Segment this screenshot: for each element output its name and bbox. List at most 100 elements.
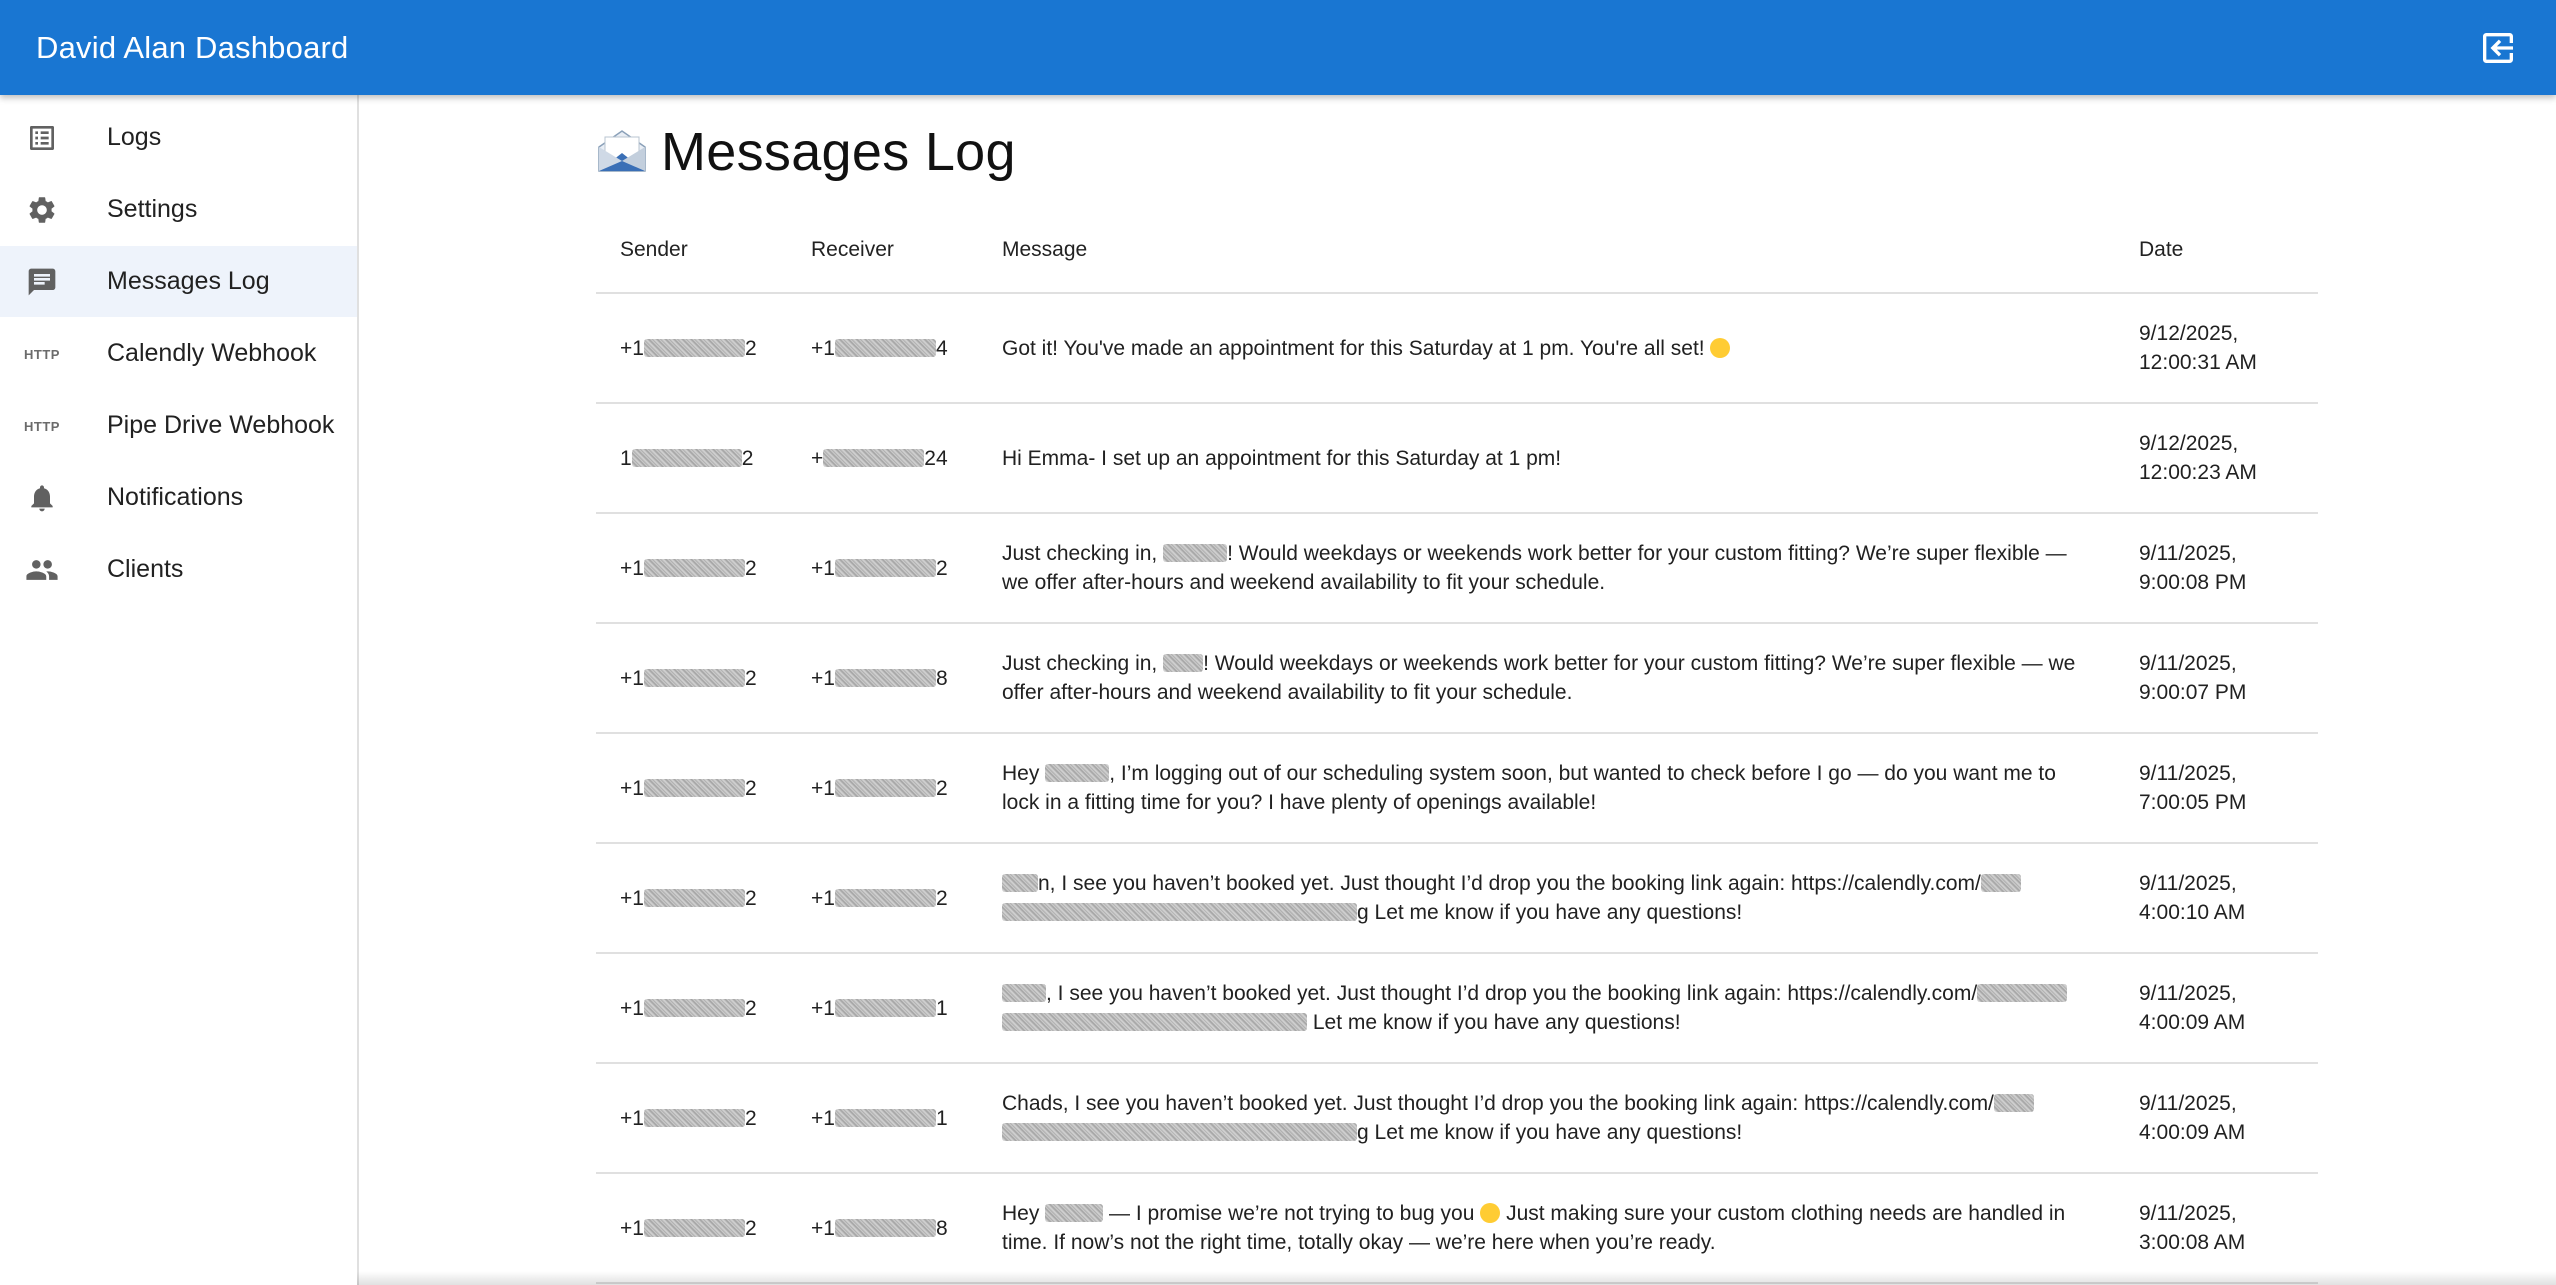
envelope-icon [595, 125, 649, 179]
redacted-text [1045, 1204, 1104, 1222]
smile-emoji-icon [1710, 337, 1731, 358]
receiver-cell: +1 8 [787, 623, 978, 734]
sidebar-item-clients[interactable]: Clients [0, 534, 357, 605]
grin-emoji-icon [1480, 1203, 1501, 1223]
sidebar-item-messages-log[interactable]: Messages Log [0, 246, 357, 317]
receiver-cell: +1 2 [787, 843, 978, 954]
http-icon: HTTP [24, 418, 60, 434]
table-row: +1 2 +1 2 Just checking in, ! Would weekda… [596, 513, 2318, 624]
redacted-text [1163, 654, 1204, 672]
message-cell: Just checking in, ! Would weekdays or we… [978, 623, 2115, 734]
column-header-message: Message [978, 208, 2115, 294]
receiver-cell: +24 [787, 403, 978, 514]
messages-table: Sender Receiver Message Date +1 2 +1 4 Got… [596, 208, 2318, 1284]
receiver-cell: +1 2 [787, 733, 978, 844]
redacted-text [643, 1108, 745, 1127]
redacted-text [834, 338, 936, 357]
sender-cell: +1 2 [596, 293, 787, 404]
redacted-text [1002, 984, 1046, 1002]
sidebar-item-pipe-drive-webhook[interactable]: HTTP Pipe Drive Webhook [0, 390, 357, 461]
bell-icon [24, 482, 60, 514]
redacted-text [834, 778, 936, 797]
message-cell: Hey — I promise we’re not trying to bug … [978, 1173, 2115, 1284]
redacted-text [834, 668, 936, 687]
table-header-row: Sender Receiver Message Date [596, 208, 2318, 294]
sidebar-item-label: Clients [107, 555, 184, 583]
redacted-text [643, 778, 745, 797]
sender-cell: +1 2 [596, 733, 787, 844]
sidebar: Logs Settings Messages Log HTTP Calendly… [0, 95, 359, 1285]
message-cell: Hi Emma- I set up an appointment for thi… [978, 403, 2115, 514]
sidebar-item-notifications[interactable]: Notifications [0, 462, 357, 533]
http-icon: HTTP [24, 346, 60, 362]
sidebar-item-logs[interactable]: Logs [0, 102, 357, 173]
sender-cell: +1 2 [596, 623, 787, 734]
sidebar-item-label: Settings [107, 195, 198, 223]
redacted-text [834, 998, 936, 1017]
app-bar: David Alan Dashboard [0, 0, 2556, 95]
sender-cell: +1 2 [596, 953, 787, 1064]
sidebar-item-label: Logs [107, 123, 162, 151]
table-row: +1 2 +1 1 Chads, I see you haven’t booked … [596, 1063, 2318, 1174]
page-title-text: Messages Log [661, 122, 1016, 182]
column-header-date: Date [2115, 208, 2318, 294]
app-title: David Alan Dashboard [36, 30, 349, 65]
table-row: +1 2 +1 2 n, I see you haven’t booked yet.… [596, 843, 2318, 954]
gear-icon [24, 194, 60, 226]
redacted-text [1045, 764, 1110, 782]
sidebar-item-calendly-webhook[interactable]: HTTP Calendly Webhook [0, 318, 357, 389]
redacted-text [834, 888, 936, 907]
sender-cell: 12 [596, 403, 787, 514]
receiver-cell: +1 1 [787, 953, 978, 1064]
table-row: +1 2 +1 8 Hey — I promise we’re not trying… [596, 1173, 2318, 1284]
sidebar-item-settings[interactable]: Settings [0, 174, 357, 245]
redacted-text [823, 448, 925, 467]
redacted-text [834, 1108, 936, 1127]
redacted-text [834, 558, 936, 577]
message-cell: n, I see you haven’t booked yet. Just th… [978, 843, 2115, 954]
table-row: +1 2 +1 2 Hey , I’m logging out of our sch… [596, 733, 2318, 844]
redacted-text [643, 668, 745, 687]
message-cell: Just checking in, ! Would weekdays or we… [978, 513, 2115, 624]
list-icon [24, 122, 60, 154]
sender-cell: +1 2 [596, 1063, 787, 1174]
date-cell: 9/12/2025, 12:00:23 AM [2115, 403, 2318, 514]
sidebar-item-label: Notifications [107, 483, 244, 511]
sender-cell: +1 2 [596, 843, 787, 954]
date-cell: 9/12/2025, 12:00:31 AM [2115, 293, 2318, 404]
redacted-text [1002, 1013, 1307, 1031]
logout-icon[interactable] [2478, 28, 2518, 68]
sidebar-item-label: Messages Log [107, 267, 270, 295]
date-cell: 9/11/2025, 7:00:05 PM [2115, 733, 2318, 844]
date-cell: 9/11/2025, 4:00:09 AM [2115, 953, 2318, 1064]
receiver-cell: +1 1 [787, 1063, 978, 1174]
column-header-sender: Sender [596, 208, 787, 294]
table-row: +1 2 +1 8 Just checking in, ! Would weekda… [596, 623, 2318, 734]
redacted-text [1163, 544, 1228, 562]
receiver-cell: +1 4 [787, 293, 978, 404]
table-row: +1 2 +1 4 Got it! You've made an appointme… [596, 293, 2318, 404]
table-row: +1 2 +1 1 , I see you haven’t booked yet. … [596, 953, 2318, 1064]
sidebar-item-label: Calendly Webhook [107, 339, 317, 367]
date-cell: 9/11/2025, 4:00:10 AM [2115, 843, 2318, 954]
table-row: 12 +24 Hi Emma- I set up an appointment … [596, 403, 2318, 514]
bottom-scroll-shadow [357, 1271, 2556, 1285]
redacted-text [631, 448, 742, 467]
redacted-text [1002, 903, 1357, 921]
redacted-text [1993, 1094, 2034, 1112]
message-icon [24, 266, 60, 298]
date-cell: 9/11/2025, 9:00:07 PM [2115, 623, 2318, 734]
redacted-text [643, 338, 745, 357]
redacted-text [1002, 874, 1038, 892]
receiver-cell: +1 2 [787, 513, 978, 624]
sender-cell: +1 2 [596, 513, 787, 624]
date-cell: 9/11/2025, 4:00:09 AM [2115, 1063, 2318, 1174]
message-cell: Chads, I see you haven’t booked yet. Jus… [978, 1063, 2115, 1174]
date-cell: 9/11/2025, 9:00:08 PM [2115, 513, 2318, 624]
message-cell: Got it! You've made an appointment for t… [978, 293, 2115, 404]
redacted-text [643, 888, 745, 907]
message-cell: , I see you haven’t booked yet. Just tho… [978, 953, 2115, 1064]
column-header-receiver: Receiver [787, 208, 978, 294]
message-cell: Hey , I’m logging out of our scheduling … [978, 733, 2115, 844]
redacted-text [643, 1218, 745, 1237]
